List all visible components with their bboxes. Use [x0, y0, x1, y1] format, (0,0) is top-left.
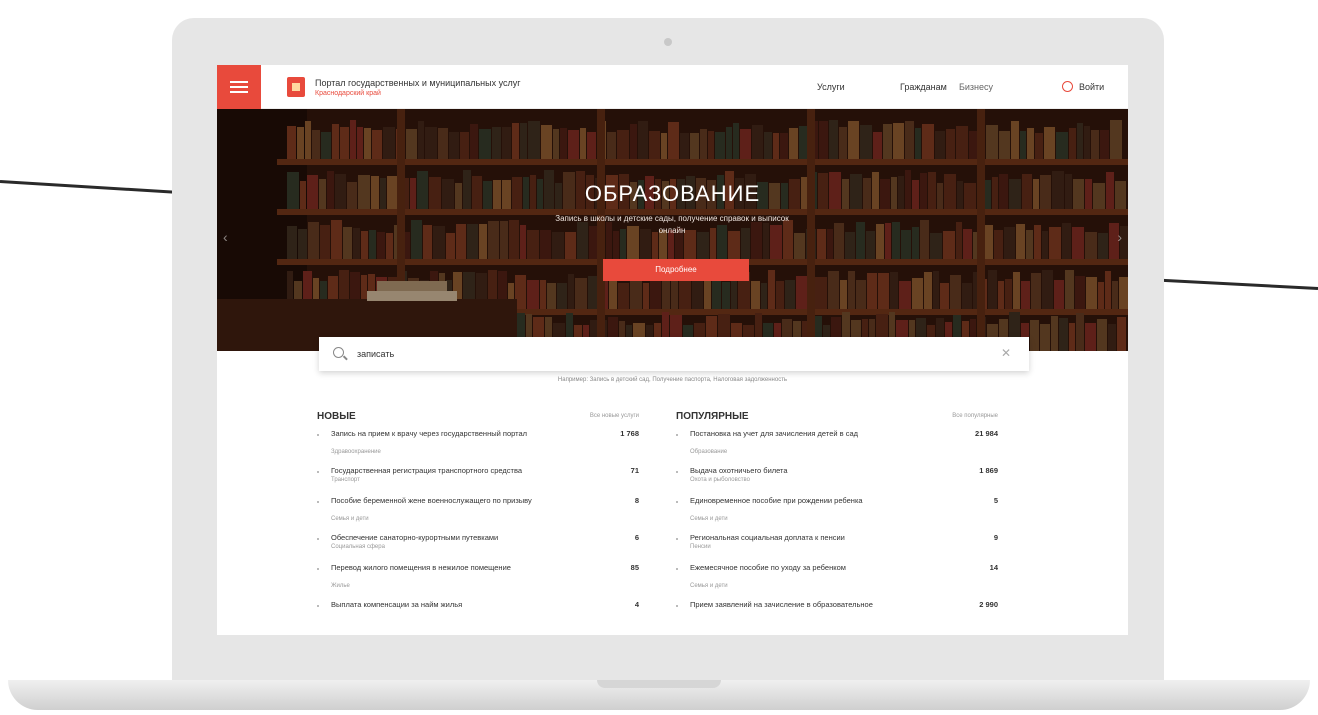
item-title[interactable]: Запись на прием к врачу через государств… — [331, 429, 593, 438]
column-title: НОВЫЕ — [317, 411, 356, 422]
item-title[interactable]: Государственная регистрация транспортног… — [331, 466, 593, 475]
item-title[interactable]: Прием заявлений на зачисление в образова… — [690, 600, 952, 609]
nav-services[interactable]: Услуги — [817, 82, 845, 92]
item-category: Транспорт — [331, 477, 360, 483]
list-item[interactable]: Выплата компенсации за найм жилья 4 — [317, 600, 639, 620]
item-title[interactable]: Выдача охотничьего билета — [690, 466, 952, 475]
service-list: Запись на прием к врачу через государств… — [317, 429, 639, 620]
item-count: 1 869 — [979, 466, 998, 475]
list-item[interactable]: Государственная регистрация транспортног… — [317, 466, 639, 496]
list-item[interactable]: Пособие беременной жене военнослужащего … — [317, 496, 639, 533]
hero-description: Запись в школы и детские сады, получение… — [555, 214, 789, 235]
user-icon[interactable] — [1062, 81, 1073, 92]
popular-services-column: ПОПУЛЯРНЫЕ Все популярные Постановка на … — [676, 411, 998, 620]
item-count: 9 — [993, 533, 998, 542]
bullet-icon — [317, 605, 319, 607]
bullet-icon — [317, 568, 319, 570]
bullet-icon — [317, 501, 319, 503]
item-category: Образование — [690, 449, 728, 455]
bullet-icon — [676, 434, 678, 436]
column-title: ПОПУЛЯРНЫЕ — [676, 411, 749, 422]
list-item[interactable]: Перевод жилого помещения в нежилое помещ… — [317, 563, 639, 600]
list-item[interactable]: Выдача охотничьего билета Охота и рыболов… — [676, 466, 998, 496]
camera-icon — [664, 38, 672, 46]
item-count: 6 — [634, 533, 639, 542]
menu-button[interactable] — [217, 65, 261, 109]
all-link[interactable]: Все популярные — [952, 413, 998, 419]
list-item[interactable]: Постановка на учет для зачисления детей … — [676, 429, 998, 466]
item-title[interactable]: Пособие беременной жене военнослужащего … — [331, 496, 593, 505]
site-header: Портал государственных и муниципальных у… — [217, 65, 1128, 109]
menu-icon-line — [230, 86, 248, 88]
decorative-line-right — [1163, 278, 1318, 290]
all-link[interactable]: Все новые услуги — [590, 413, 639, 419]
bullet-icon — [676, 501, 678, 503]
bullet-icon — [676, 471, 678, 473]
item-count: 14 — [989, 563, 998, 572]
item-category: Семья и дети — [690, 583, 728, 589]
item-count: 5 — [993, 496, 998, 505]
item-title[interactable]: Перевод жилого помещения в нежилое помещ… — [331, 563, 593, 572]
decorative-line-left — [0, 180, 180, 194]
hero-title: ОБРАЗОВАНИЕ — [584, 181, 761, 206]
bullet-icon — [317, 471, 319, 473]
item-count: 4 — [634, 600, 639, 609]
new-services-column: НОВЫЕ Все новые услуги Запись на прием к… — [317, 411, 639, 620]
logo-icon[interactable] — [287, 77, 305, 97]
search-input[interactable] — [357, 345, 957, 363]
nav-business[interactable]: Бизнесу — [959, 82, 993, 92]
hero-button[interactable]: Подробнее — [603, 259, 749, 281]
item-title[interactable]: Региональная социальная доплата к пенсии — [690, 533, 952, 542]
menu-icon-line — [230, 91, 248, 93]
site-title[interactable]: Портал государственных и муниципальных у… — [315, 78, 521, 88]
chevron-right-icon[interactable]: › — [1117, 229, 1122, 245]
item-category: Здравоохранение — [331, 449, 381, 455]
column-header: ПОПУЛЯРНЫЕ Все популярные — [676, 411, 998, 429]
item-title[interactable]: Выплата компенсации за найм жилья — [331, 600, 593, 609]
list-item[interactable]: Прием заявлений на зачисление в образова… — [676, 600, 998, 620]
item-count: 21 984 — [975, 429, 998, 438]
list-item[interactable]: Ежемесячное пособие по уходу за ребенком… — [676, 563, 998, 600]
item-count: 1 768 — [620, 429, 639, 438]
item-category: Социальная сфера — [331, 544, 385, 550]
service-list: Постановка на учет для зачисления детей … — [676, 429, 998, 620]
search-hints[interactable]: Например: Запись в детский сад, Получени… — [217, 377, 1128, 383]
list-item[interactable]: Запись на прием к врачу через государств… — [317, 429, 639, 466]
menu-icon — [230, 81, 248, 83]
bullet-icon — [676, 568, 678, 570]
item-count: 8 — [634, 496, 639, 505]
item-category: Жилье — [331, 583, 350, 589]
login-link[interactable]: Войти — [1079, 82, 1104, 92]
item-title[interactable]: Постановка на учет для зачисления детей … — [690, 429, 952, 438]
item-title[interactable]: Обеспечение санаторно-курортными путевка… — [331, 533, 593, 542]
list-item[interactable]: Обеспечение санаторно-курортными путевка… — [317, 533, 639, 563]
search-icon — [333, 347, 344, 358]
item-category: Охота и рыболовство — [690, 477, 750, 483]
nav-citizens[interactable]: Гражданам — [900, 82, 947, 92]
item-count: 85 — [630, 563, 639, 572]
item-count: 2 990 — [979, 600, 998, 609]
item-category: Семья и дети — [690, 516, 728, 522]
hero-banner: ‹ › ОБРАЗОВАНИЕ Запись в школы и детские… — [217, 109, 1128, 351]
list-item[interactable]: Региональная социальная доплата к пенсии… — [676, 533, 998, 563]
search-bar: ✕ — [319, 337, 1029, 371]
chevron-left-icon[interactable]: ‹ — [223, 229, 228, 245]
bullet-icon — [676, 538, 678, 540]
item-category: Семья и дети — [331, 516, 369, 522]
item-category: Пенсии — [690, 544, 711, 550]
browser-screen: Портал государственных и муниципальных у… — [217, 65, 1128, 635]
marketing-stage: Портал государственных и муниципальных у… — [0, 0, 1318, 715]
bullet-icon — [676, 605, 678, 607]
item-title[interactable]: Ежемесячное пособие по уходу за ребенком — [690, 563, 952, 572]
list-item[interactable]: Единовременное пособие при рождении ребе… — [676, 496, 998, 533]
item-title[interactable]: Единовременное пособие при рождении ребе… — [690, 496, 952, 505]
site-subtitle[interactable]: Краснодарский край — [315, 90, 381, 97]
column-header: НОВЫЕ Все новые услуги — [317, 411, 639, 429]
bullet-icon — [317, 434, 319, 436]
close-icon[interactable]: ✕ — [1001, 346, 1011, 360]
laptop-notch — [597, 680, 721, 688]
bullet-icon — [317, 538, 319, 540]
item-count: 71 — [630, 466, 639, 475]
